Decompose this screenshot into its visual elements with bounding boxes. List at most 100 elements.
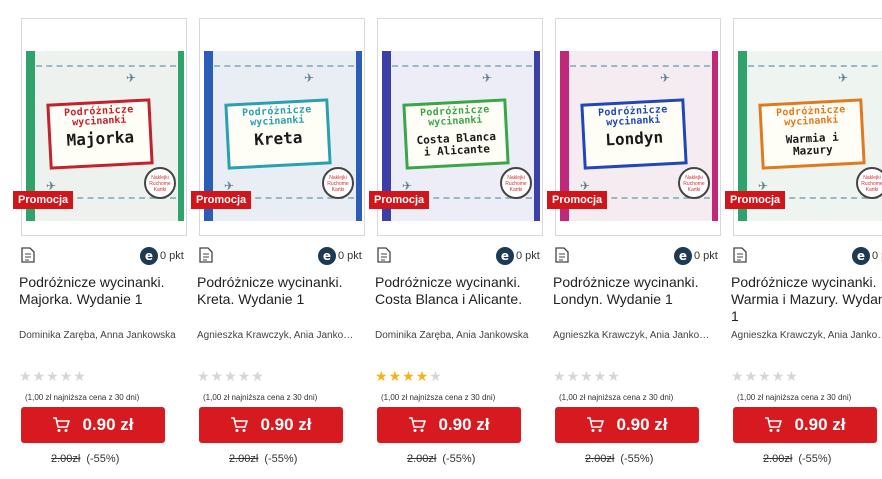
product-title[interactable]: Podróżnicze wycinanki. Warmia i Mazury. … xyxy=(731,274,882,325)
points-value: 0 pkt xyxy=(338,250,362,262)
star-icon: ★ xyxy=(46,368,60,384)
product-author[interactable]: Agnieszka Krawczyk, Ania Jankowska xyxy=(197,330,357,341)
add-to-cart-button[interactable]: 0.90 zł xyxy=(199,407,343,443)
star-icon: ★ xyxy=(237,368,252,384)
star-icon: ★ xyxy=(429,368,443,384)
product-title[interactable]: Podróżnicze wycinanki. Londyn. Wydanie 1 xyxy=(553,274,723,308)
product-card: ✈ ✈ Podróżnicze wycinanki Londyn Naklejk… xyxy=(547,0,729,479)
product-title[interactable]: Podróżnicze wycinanki. Costa Blanca i Al… xyxy=(375,274,545,308)
lowest-price-note: (1,00 zł najniższa cena z 30 dni) xyxy=(559,393,674,402)
add-to-cart-button[interactable]: 0.90 zł xyxy=(377,407,521,443)
star-icon: ★ xyxy=(607,368,621,384)
product-card: ✈ ✈ Podróżnicze wycinanki Costa Blanca i … xyxy=(369,0,551,479)
product-author[interactable]: Agnieszka Krawczyk, Ania Jankowska xyxy=(553,330,713,341)
star-icon: ★ xyxy=(251,368,265,384)
star-icon: ★ xyxy=(758,368,772,384)
star-icon: ★ xyxy=(566,368,581,384)
lowest-price-note: (1,00 zł najniższa cena z 30 dni) xyxy=(203,393,318,402)
star-icon: ★ xyxy=(553,368,567,384)
star-icon: ★ xyxy=(197,368,211,384)
star-icon: ★ xyxy=(580,368,594,384)
lowest-price-note: (1,00 zł najniższa cena z 30 dni) xyxy=(737,393,852,402)
ebook-icon xyxy=(733,247,747,263)
product-author[interactable]: Dominika Zaręba, Anna Jankowska xyxy=(19,330,179,341)
cart-icon xyxy=(231,417,249,432)
product-author[interactable]: Dominika Zaręba, Ania Jankowska xyxy=(375,330,535,341)
cover-sticker: Naklejki Ruchome Kartki xyxy=(856,167,882,199)
cover-link[interactable]: ✈ ✈ Podróżnicze wycinanki Kreta Naklejki… xyxy=(191,18,365,236)
rating-stars: ★★★★★ xyxy=(731,368,799,385)
lowest-price-note: (1,00 zł najniższa cena z 30 dni) xyxy=(25,393,140,402)
add-to-cart-button[interactable]: 0.90 zł xyxy=(21,407,165,443)
ebookpoint-icon: e xyxy=(318,247,336,265)
rating-stars: ★★★★★ xyxy=(553,368,621,385)
cover-destination: Majorka xyxy=(66,127,135,150)
cover-sticker: Naklejki Ruchome Kartki xyxy=(500,167,532,199)
old-price: 2.00zł xyxy=(585,453,615,465)
old-price: 2.00zł xyxy=(407,453,437,465)
cart-icon xyxy=(53,417,71,432)
ebook-icon xyxy=(199,247,213,263)
cart-icon xyxy=(409,417,427,432)
rating-stars: ★★★★★ xyxy=(375,368,443,385)
star-icon: ★ xyxy=(402,368,416,384)
lowest-price-note: (1,00 zł najniższa cena z 30 dni) xyxy=(381,393,496,402)
ebook-icon xyxy=(377,247,391,263)
old-price: 2.00zł xyxy=(229,453,259,465)
cover-link[interactable]: ✈ ✈ Podróżnicze wycinanki Costa Blanca i … xyxy=(369,18,543,236)
product-title[interactable]: Podróżnicze wycinanki. Kreta. Wydanie 1 xyxy=(197,274,367,308)
star-icon: ★ xyxy=(59,368,74,384)
cover-link[interactable]: ✈ ✈ Podróżnicze wycinanki Warmia i Mazur… xyxy=(725,18,882,236)
discount: (-55%) xyxy=(620,453,654,465)
ebookpoint-icon: e xyxy=(674,247,692,265)
star-icon: ★ xyxy=(771,368,786,384)
product-title[interactable]: Podróżnicze wycinanki. Majorka. Wydanie … xyxy=(19,274,189,308)
ebookpoint-icon: e xyxy=(496,247,514,265)
star-icon: ★ xyxy=(32,368,47,384)
points-info: e 0 pkt xyxy=(140,246,184,266)
star-icon: ★ xyxy=(593,368,608,384)
star-icon: ★ xyxy=(73,368,87,384)
ebook-icon xyxy=(21,247,35,263)
current-price: 0.90 zł xyxy=(438,415,490,434)
cover-link[interactable]: ✈ ✈ Podróżnicze wycinanki Londyn Naklejk… xyxy=(547,18,721,236)
cart-icon xyxy=(765,417,783,432)
current-price: 0.90 zł xyxy=(794,415,846,434)
old-price: 2.00zł xyxy=(763,453,793,465)
current-price: 0.90 zł xyxy=(616,415,668,434)
product-card: ✈ ✈ Podróżnicze wycinanki Warmia i Mazur… xyxy=(725,0,882,479)
current-price: 0.90 zł xyxy=(82,415,134,434)
promo-badge: Promocja xyxy=(547,191,608,209)
cover-link[interactable]: ✈ ✈ Podróżnicze wycinanki Majorka Naklej… xyxy=(13,18,187,236)
add-to-cart-button[interactable]: 0.90 zł xyxy=(733,407,877,443)
star-icon: ★ xyxy=(375,368,389,384)
rating-stars: ★★★★★ xyxy=(197,368,265,385)
promo-badge: Promocja xyxy=(191,191,252,209)
ebookpoint-icon: e xyxy=(852,247,870,265)
cover-sticker: Naklejki Ruchome Kartki xyxy=(144,167,176,199)
points-info: e 0 pkt xyxy=(496,246,540,266)
promo-badge: Promocja xyxy=(369,191,430,209)
product-card: ✈ ✈ Podróżnicze wycinanki Majorka Naklej… xyxy=(13,0,195,479)
old-price-info: 2.00zł (-55%) xyxy=(763,453,831,465)
add-to-cart-button[interactable]: 0.90 zł xyxy=(555,407,699,443)
cover-destination: Kreta xyxy=(253,127,303,150)
discount: (-55%) xyxy=(264,453,298,465)
promo-badge: Promocja xyxy=(13,191,74,209)
current-price: 0.90 zł xyxy=(260,415,312,434)
ebookpoint-icon: e xyxy=(140,247,158,265)
cover-sticker: Naklejki Ruchome Kartki xyxy=(322,167,354,199)
old-price-info: 2.00zł (-55%) xyxy=(51,453,119,465)
star-icon: ★ xyxy=(224,368,238,384)
star-icon: ★ xyxy=(415,368,430,384)
star-icon: ★ xyxy=(388,368,403,384)
product-author[interactable]: Agnieszka Krawczyk, Ania Jankowska xyxy=(731,330,882,341)
points-info: e 0 pkt xyxy=(674,246,718,266)
cover-sticker: Naklejki Ruchome Kartki xyxy=(678,167,710,199)
old-price-info: 2.00zł (-55%) xyxy=(407,453,475,465)
points-info: e 0 pkt xyxy=(318,246,362,266)
promo-badge: Promocja xyxy=(725,191,786,209)
old-price-info: 2.00zł (-55%) xyxy=(585,453,653,465)
ebook-icon xyxy=(555,247,569,263)
discount: (-55%) xyxy=(798,453,832,465)
